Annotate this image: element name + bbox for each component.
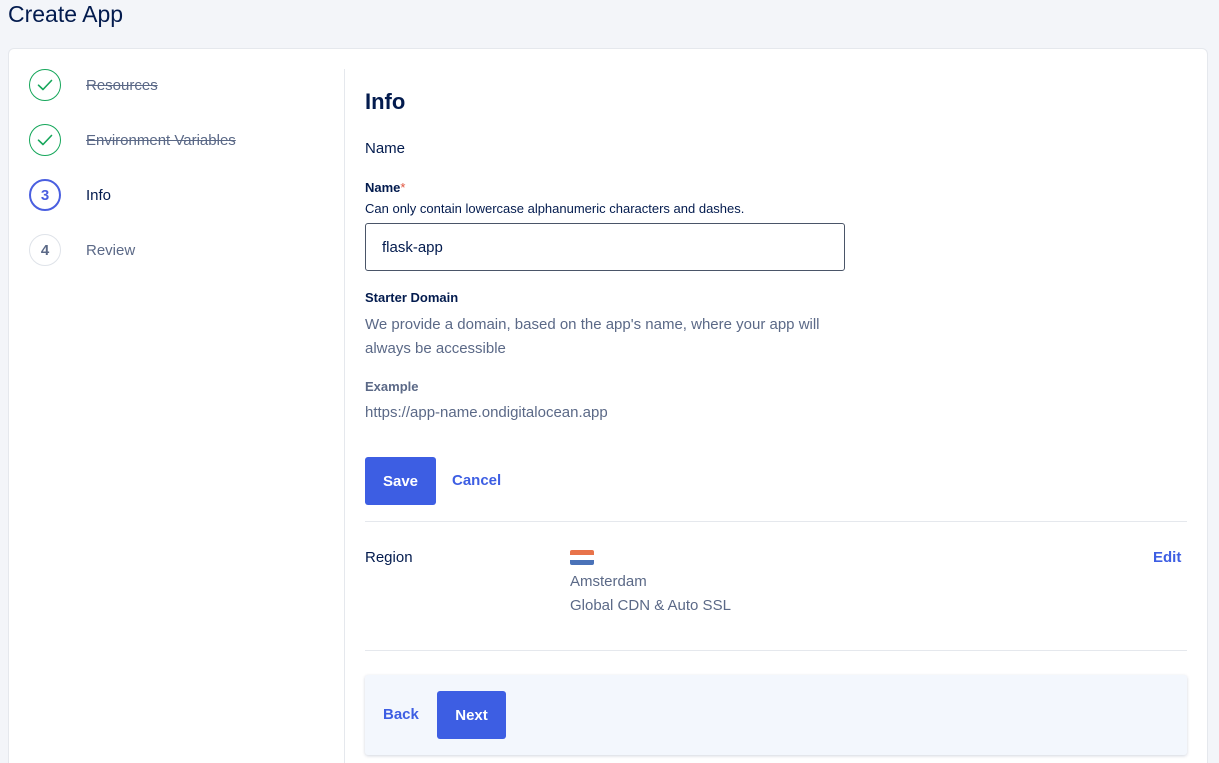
section-title: Info	[365, 89, 406, 114]
region-city: Amsterdam	[570, 573, 647, 590]
back-button[interactable]: Back	[383, 706, 419, 723]
page-title: Create App	[8, 1, 124, 27]
example-label: Example	[365, 379, 419, 394]
step-number-4: 4	[29, 234, 61, 266]
netherlands-flag-icon	[570, 550, 594, 565]
required-mark: *	[400, 180, 406, 195]
starter-domain-description: We provide a domain, based on the app's …	[365, 316, 820, 357]
check-icon	[29, 124, 61, 156]
step-label-review: Review	[86, 241, 136, 259]
section-subtitle: Name	[365, 140, 406, 157]
stepper: Resources Environment Variables 3 Info 4…	[9, 69, 345, 763]
step-label-environment-variables: Environment Variables	[86, 131, 236, 149]
check-icon	[29, 69, 61, 101]
region-label: Region	[365, 549, 413, 566]
flag-stripe-bottom	[570, 560, 594, 565]
step-resources[interactable]: Resources	[29, 69, 329, 101]
footer-actions: Back Next	[365, 675, 1187, 755]
step-environment-variables[interactable]: Environment Variables	[29, 124, 329, 156]
starter-domain-label: Starter Domain	[365, 290, 459, 305]
cancel-button[interactable]: Cancel	[452, 472, 501, 489]
name-field-label: Name*	[365, 180, 405, 195]
region-features: Global CDN & Auto SSL	[570, 597, 731, 614]
name-label-text: Name	[365, 180, 401, 195]
step-label-resources: Resources	[86, 76, 158, 94]
save-button[interactable]: Save	[365, 457, 436, 505]
create-app-card: Resources Environment Variables 3 Info 4…	[8, 48, 1208, 763]
step-label-info: Info	[86, 186, 112, 204]
next-button[interactable]: Next	[437, 691, 506, 739]
divider	[365, 521, 1187, 522]
step-review[interactable]: 4 Review	[29, 234, 329, 266]
step-info[interactable]: 3 Info	[29, 179, 329, 211]
app-name-input[interactable]	[365, 223, 845, 271]
step-number-3: 3	[29, 179, 61, 211]
name-field-help: Can only contain lowercase alphanumeric …	[365, 201, 745, 216]
edit-region-button[interactable]: Edit	[1153, 549, 1181, 566]
example-url: https://app-name.ondigitalocean.app	[365, 404, 608, 421]
divider	[365, 650, 1187, 651]
